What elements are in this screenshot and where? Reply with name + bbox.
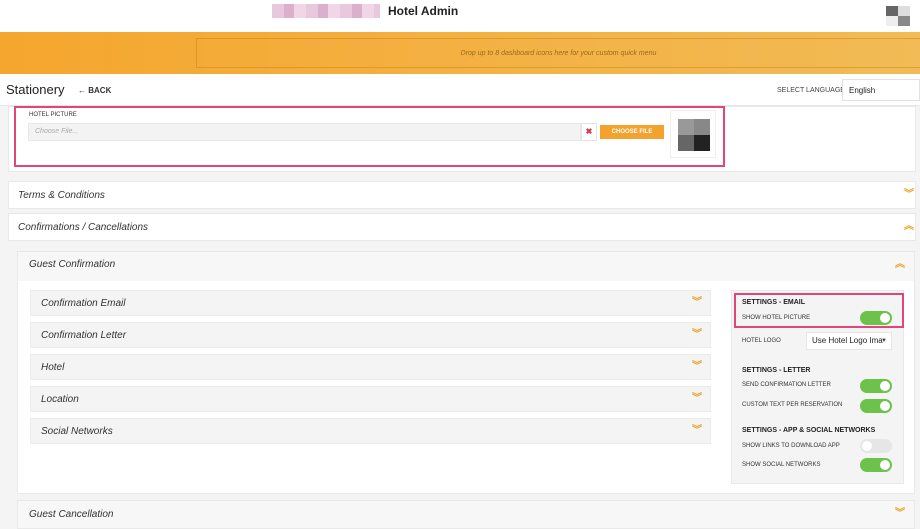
accordion-label: Social Networks [41,426,113,437]
back-label: BACK [88,86,112,95]
chevron-double-up-icon: ︽ [904,221,914,232]
hotel-logo-select[interactable]: Use Hotel Logo Ima ▼ [806,332,892,350]
custom-text-toggle[interactable] [860,399,892,413]
accordion-label: Confirmation Email [41,298,126,309]
show-links-toggle[interactable] [860,439,892,453]
custom-text-label: CUSTOM TEXT PER RESERVATION [742,402,843,408]
guest-confirmation-title[interactable]: Guest Confirmation [29,259,115,270]
section-label: Terms & Conditions [18,190,105,201]
hotel-logo-label: HOTEL LOGO [742,338,781,344]
show-social-label: SHOW SOCIAL NETWORKS [742,462,821,468]
language-select[interactable]: English [842,79,920,101]
chevron-double-down-icon: ︾ [692,297,702,308]
arrow-left-icon: ← [78,86,89,95]
user-avatar[interactable] [886,6,910,26]
settings-letter-heading: SETTINGS - LETTER [742,367,811,374]
guest-cancellation-panel[interactable]: Guest Cancellation ︾ [17,500,915,529]
accordion-label: Location [41,394,79,405]
accordion-hotel[interactable]: Hotel ︾ [30,354,711,380]
section-label: Confirmations / Cancellations [18,222,149,233]
section-terms-conditions[interactable]: Terms & Conditions ︾ [8,181,916,209]
quick-menu-dropzone[interactable]: Drop up to 8 dashboard icons here for yo… [196,38,920,68]
accordion-location[interactable]: Location ︾ [30,386,711,412]
accordion-label: Hotel [41,362,65,373]
guest-cancellation-title: Guest Cancellation [29,509,114,520]
highlight-box-hotel-picture [14,106,725,167]
chevron-double-down-icon: ︾ [895,508,905,519]
accordion-confirmation-email[interactable]: Confirmation Email ︾ [30,290,711,316]
hotel-logo-value: Use Hotel Logo Ima [812,336,883,345]
send-confirmation-letter-label: SEND CONFIRMATION LETTER [742,382,831,388]
chevron-double-down-icon: ︾ [692,393,702,404]
show-links-label: SHOW LINKS TO DOWNLOAD APP [742,443,840,449]
accordion-label: Confirmation Letter [41,330,127,341]
section-confirmations-cancellations[interactable]: Confirmations / Cancellations ︽ [8,213,916,241]
page-header: Stationery ← BACK SELECT LANGUAGE Englis… [0,74,920,106]
chevron-double-up-icon[interactable]: ︽ [895,260,905,270]
page-title: Stationery [6,82,65,97]
back-button[interactable]: ← BACK [78,86,111,95]
language-label: SELECT LANGUAGE [777,87,845,94]
hotel-logo-image [272,4,380,18]
chevron-double-down-icon: ︾ [692,329,702,340]
send-confirmation-letter-toggle[interactable] [860,379,892,393]
caret-down-icon: ▼ [881,338,887,344]
accordion-social-networks[interactable]: Social Networks ︾ [30,418,711,444]
chevron-double-down-icon: ︾ [692,361,702,372]
chevron-double-down-icon: ︾ [692,425,702,436]
app-title: Hotel Admin [388,4,459,18]
highlight-box-email-settings [734,293,904,328]
accordion-confirmation-letter[interactable]: Confirmation Letter ︾ [30,322,711,348]
settings-app-heading: SETTINGS - APP & SOCIAL NETWORKS [742,427,876,434]
chevron-double-down-icon: ︾ [904,189,914,200]
show-social-toggle[interactable] [860,458,892,472]
top-bar: Hotel Admin [0,0,920,32]
